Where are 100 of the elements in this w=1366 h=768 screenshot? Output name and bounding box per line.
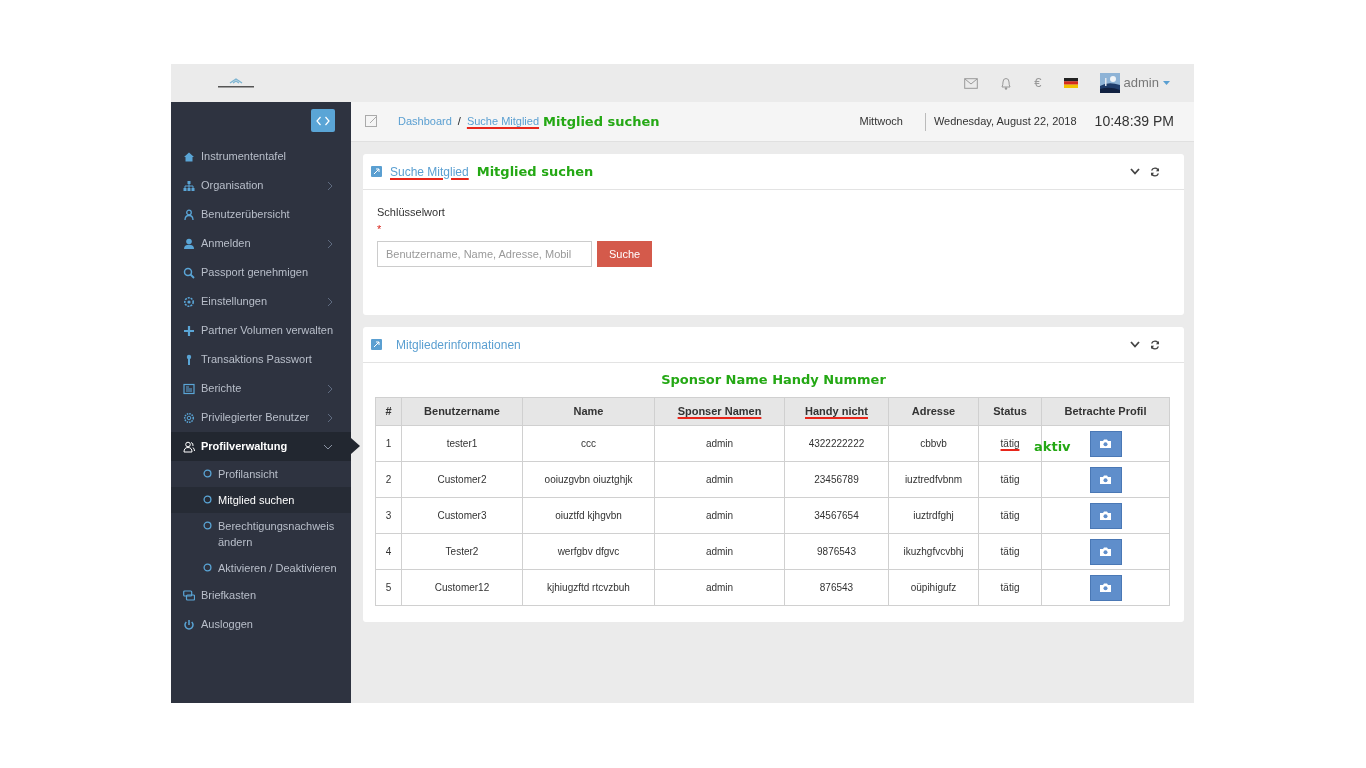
chat-icon bbox=[183, 589, 195, 602]
circle-icon bbox=[203, 521, 212, 530]
sidebar-item[interactable]: Organisation bbox=[171, 171, 351, 200]
chevron-right-icon bbox=[327, 238, 333, 249]
column-header: Name bbox=[573, 405, 604, 418]
table-cell: kjhiugzftd rtcvzbuh bbox=[547, 582, 630, 593]
caret-icon bbox=[1163, 81, 1170, 85]
required-mark: * bbox=[377, 222, 382, 235]
sidebar-subitem[interactable]: Berechtigungsnachweis ändern bbox=[171, 513, 351, 555]
sidebar-item[interactable]: Berichte bbox=[171, 374, 351, 403]
table-cell: Customer3 bbox=[437, 510, 487, 521]
report-icon bbox=[183, 382, 195, 395]
table-cell: ikuzhgfvcvbhj bbox=[903, 546, 964, 557]
users-icon bbox=[183, 440, 195, 453]
camera-icon bbox=[1100, 547, 1111, 556]
sidebar-subitem[interactable]: Mitglied suchen bbox=[171, 487, 351, 513]
annotation-text: Mitglied suchen bbox=[476, 162, 594, 181]
sidebar-item[interactable]: Partner Volumen verwalten bbox=[171, 316, 351, 345]
sidebar-item[interactable]: Anmelden bbox=[171, 229, 351, 258]
settings-icon bbox=[183, 295, 195, 308]
table-cell: oiuztfd kjhgvbn bbox=[555, 510, 622, 521]
table-cell: ooiuzgvbn oiuztghjk bbox=[544, 474, 633, 485]
table-cell: Customer12 bbox=[434, 582, 490, 593]
sidebar-subitem[interactable]: Aktivieren / Deaktivieren bbox=[171, 555, 351, 581]
view-profile-button[interactable] bbox=[1089, 466, 1122, 493]
user-menu[interactable]: admin bbox=[1099, 73, 1170, 93]
breadcrumb-separator: / bbox=[457, 114, 461, 130]
view-profile-button[interactable] bbox=[1089, 538, 1122, 565]
sidebar-item[interactable]: Einstellungen bbox=[171, 287, 351, 316]
code-icon bbox=[316, 115, 330, 126]
sidebar-subitem[interactable]: Profilansicht bbox=[171, 461, 351, 487]
edit-icon bbox=[365, 115, 378, 128]
column-header: Sponser Namen bbox=[677, 405, 762, 418]
sidebar-item[interactable]: Benutzerübersicht bbox=[171, 200, 351, 229]
table-cell: cbbvb bbox=[920, 438, 947, 449]
circle-icon bbox=[203, 563, 212, 572]
table-cell: admin bbox=[705, 438, 734, 449]
sidebar-item[interactable]: Instrumententafel bbox=[171, 142, 351, 171]
annotation-text: Sponsor Name Handy Nummer bbox=[661, 372, 886, 387]
home-icon bbox=[183, 150, 195, 163]
annotation-text: aktiv bbox=[1034, 438, 1071, 456]
bell-icon[interactable] bbox=[1000, 76, 1013, 90]
chevron-right-icon bbox=[327, 383, 333, 394]
table-cell: 9876543 bbox=[817, 546, 856, 557]
camera-icon bbox=[1100, 475, 1111, 484]
sidebar-item[interactable]: Privilegierter Benutzer bbox=[171, 403, 351, 432]
table-cell: 5 bbox=[385, 582, 392, 593]
flag-icon[interactable] bbox=[1063, 78, 1078, 88]
user-icon bbox=[183, 237, 195, 250]
camera-icon bbox=[1100, 583, 1111, 592]
column-header: Adresse bbox=[911, 405, 956, 418]
chevron-right-icon bbox=[327, 296, 333, 307]
plus-icon bbox=[183, 324, 195, 337]
weekday-text: Mittwoch bbox=[859, 114, 903, 130]
sidebar-item[interactable]: Transaktions Passwort bbox=[171, 345, 351, 374]
chevron-right-icon bbox=[327, 180, 333, 191]
sidebar-toggle-button[interactable] bbox=[311, 109, 335, 132]
table-cell: 23456789 bbox=[814, 474, 859, 485]
table-cell: 2 bbox=[385, 474, 392, 485]
column-header: Handy nicht bbox=[805, 405, 868, 418]
search-button[interactable]: Suche bbox=[597, 241, 653, 267]
sidebar-item[interactable]: Passport genehmigen bbox=[171, 258, 351, 287]
chevron-down-icon bbox=[323, 443, 333, 450]
column-header: Benutzername bbox=[424, 405, 500, 418]
hierarchy-icon bbox=[183, 179, 195, 192]
expand-icon bbox=[371, 166, 382, 177]
person-icon bbox=[183, 208, 195, 221]
table-cell: werfgbv dfgvc bbox=[557, 546, 620, 557]
table-cell: Customer2 bbox=[437, 474, 487, 485]
table-cell: admin bbox=[705, 546, 734, 557]
date-text: Wednesday, August 22, 2018 bbox=[933, 114, 1077, 130]
camera-icon bbox=[1100, 439, 1111, 448]
table-cell: 4 bbox=[385, 546, 392, 557]
view-profile-button[interactable] bbox=[1089, 574, 1122, 601]
status-text: tätig bbox=[1000, 510, 1020, 521]
table-cell: 876543 bbox=[819, 582, 854, 593]
table-cell: tester1 bbox=[446, 438, 478, 449]
table-cell: admin bbox=[705, 582, 734, 593]
keyword-input-field[interactable]: Benutzername, Name, Adresse, Mobil bbox=[377, 241, 592, 267]
sidebar-item[interactable]: Ausloggen bbox=[171, 610, 351, 639]
refresh-icon[interactable] bbox=[1150, 166, 1160, 177]
refresh-icon[interactable] bbox=[1150, 339, 1160, 350]
search-icon bbox=[183, 266, 195, 279]
column-header: Status bbox=[993, 405, 1027, 418]
camera-icon bbox=[1100, 511, 1111, 520]
table-cell: Tester2 bbox=[445, 546, 479, 557]
table-cell: admin bbox=[705, 510, 734, 521]
table-cell: iuztrdfghj bbox=[913, 510, 954, 521]
chevron-down-icon[interactable] bbox=[1130, 168, 1140, 175]
view-profile-button[interactable] bbox=[1089, 430, 1122, 457]
power-icon bbox=[183, 618, 195, 631]
table-cell: oüpihigufz bbox=[910, 582, 957, 593]
circle-icon bbox=[203, 469, 212, 478]
status-text: tätig bbox=[1000, 438, 1020, 449]
logo-icon bbox=[216, 77, 256, 89]
table-cell: ccc bbox=[581, 438, 596, 449]
view-profile-button[interactable] bbox=[1089, 502, 1122, 529]
expand-icon bbox=[371, 339, 382, 350]
chevron-down-icon[interactable] bbox=[1130, 341, 1140, 348]
sidebar-item[interactable]: Briefkasten bbox=[171, 581, 351, 610]
